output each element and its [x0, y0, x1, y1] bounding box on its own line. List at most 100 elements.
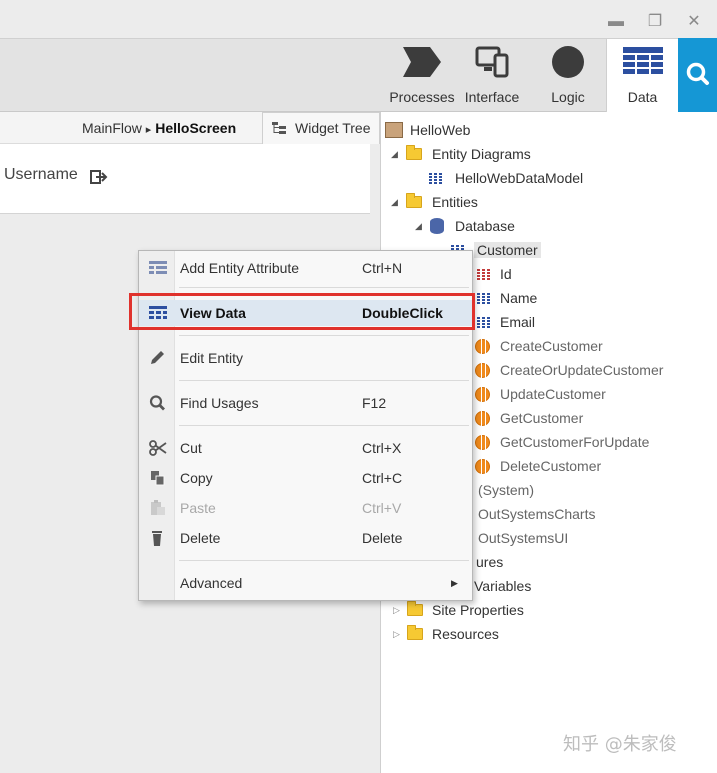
collapse-arrow-icon[interactable]: ◢ — [391, 143, 398, 165]
tree-node-system[interactable]: (System) — [478, 479, 534, 501]
menu-item-delete[interactable]: Delete Delete — [139, 525, 472, 551]
menu-item-cut[interactable]: Cut Ctrl+X — [139, 435, 472, 461]
tree-node-action[interactable]: DeleteCustomer — [475, 455, 601, 477]
collapse-arrow-icon[interactable]: ◢ — [391, 191, 398, 213]
tree-node-site-properties[interactable]: ▷ Site Properties — [393, 599, 524, 621]
menu-item-shortcut: F12 — [362, 395, 387, 411]
menu-item-edit-entity[interactable]: Edit Entity — [139, 345, 472, 371]
tree-node-ui[interactable]: OutSystemsUI — [478, 527, 568, 549]
tree-node-resources[interactable]: ▷ Resources — [393, 623, 499, 645]
menu-item-shortcut: Ctrl+V — [362, 500, 402, 516]
tree-node-action[interactable]: GetCustomer — [475, 407, 583, 429]
menu-item-shortcut: Ctrl+C — [362, 470, 403, 486]
tree-node-database[interactable]: ◢ Database — [415, 215, 515, 237]
tree-node-attribute[interactable]: Name — [477, 287, 537, 309]
tree-node-action[interactable]: CreateCustomer — [475, 335, 603, 357]
pencil-icon — [151, 351, 164, 364]
menu-separator — [179, 425, 469, 426]
menu-item-advanced[interactable]: Advanced ▶ — [139, 570, 472, 596]
menu-item-paste[interactable]: Paste Ctrl+V — [139, 495, 472, 521]
tab-interface[interactable]: Interface — [458, 39, 526, 112]
menu-item-label: Cut — [180, 440, 202, 456]
tree-node-action[interactable]: GetCustomerForUpdate — [475, 431, 649, 453]
tree-node-attribute[interactable]: Id — [477, 263, 512, 285]
expand-arrow-icon[interactable]: ▷ — [393, 599, 400, 621]
menu-item-label: Edit Entity — [180, 350, 244, 366]
search-icon — [686, 62, 709, 85]
tree-node-structures[interactable]: ures — [476, 551, 503, 573]
scissors-icon — [149, 440, 167, 456]
tree-node-label: OutSystemsUI — [478, 530, 569, 546]
entity-action-icon — [475, 363, 490, 378]
tree-node-entity-diagrams[interactable]: ◢ Entity Diagrams — [391, 143, 531, 165]
tab-data[interactable]: Data — [606, 39, 678, 112]
copy-icon — [151, 471, 165, 486]
close-button[interactable]: ✕ — [684, 12, 704, 32]
menu-item-label: Delete — [180, 530, 221, 546]
menu-item-shortcut: Ctrl+N — [362, 260, 403, 276]
folder-icon — [407, 601, 423, 616]
database-icon — [430, 218, 444, 234]
tree-node-action[interactable]: CreateOrUpdateCustomer — [475, 359, 663, 381]
collapse-arrow-icon[interactable]: ◢ — [415, 215, 422, 237]
tree-node-charts[interactable]: OutSystemsCharts — [478, 503, 595, 525]
menu-item-copy[interactable]: Copy Ctrl+C — [139, 465, 472, 491]
tree-node-action[interactable]: UpdateCustomer — [475, 383, 606, 405]
tab-data-label: Data — [627, 89, 658, 105]
tree-node-label: GetCustomer — [500, 410, 584, 426]
expand-arrow-icon[interactable]: ▷ — [393, 623, 400, 645]
tree-node-label: ures — [476, 554, 504, 570]
restore-button[interactable]: ❐ — [645, 12, 665, 32]
menu-item-label: Paste — [180, 500, 216, 516]
menu-item-label: Add Entity Attribute — [180, 260, 300, 276]
search-button[interactable] — [678, 38, 717, 112]
watermark: 知乎 @朱家俊 — [563, 734, 677, 755]
screen-form[interactable]: Username — [0, 144, 370, 214]
tree-node-root[interactable]: HelloWeb — [385, 119, 470, 141]
tab-processes[interactable]: Processes — [380, 39, 464, 112]
breadcrumb-flow[interactable]: MainFlow — [82, 120, 142, 136]
data-grid-icon — [622, 47, 663, 74]
minimize-button[interactable]: ▬ — [606, 12, 626, 32]
login-arrow-icon — [90, 170, 108, 184]
tab-logic-label: Logic — [551, 89, 585, 105]
menu-item-find-usages[interactable]: Find Usages F12 — [139, 390, 472, 416]
attribute-icon — [477, 316, 491, 328]
username-label[interactable]: Username — [4, 166, 78, 184]
logic-circle-icon — [552, 46, 584, 78]
trash-icon — [152, 531, 162, 546]
tree-node-label: Database — [455, 218, 515, 234]
breadcrumb: MainFlow ▸ HelloScreen — [0, 112, 262, 144]
tab-processes-label: Processes — [389, 89, 455, 105]
breadcrumb-screen[interactable]: HelloScreen — [155, 120, 236, 136]
entity-action-icon — [475, 387, 490, 402]
main-toolbar: Processes Interface Logic Data — [0, 38, 717, 112]
menu-separator — [179, 560, 469, 561]
menu-separator — [179, 335, 469, 336]
devices-icon — [475, 46, 509, 78]
folder-icon — [407, 625, 423, 640]
tree-node-label: GetCustomerForUpdate — [500, 434, 650, 450]
menu-item-add-entity-attribute[interactable]: Add Entity Attribute Ctrl+N — [139, 255, 472, 281]
tree-node-attribute[interactable]: Email — [477, 311, 535, 333]
tree-node-data-model[interactable]: HelloWebDataModel — [429, 167, 583, 189]
tree-node-variables[interactable]: Variables — [474, 575, 531, 597]
tree-node-label: OutSystemsCharts — [478, 506, 596, 522]
tab-logic[interactable]: Logic — [533, 39, 603, 112]
widget-tree-icon — [272, 122, 286, 134]
tree-node-entities[interactable]: ◢ Entities — [391, 191, 478, 213]
app-icon — [385, 122, 403, 138]
submenu-arrow-icon: ▶ — [451, 578, 458, 588]
entity-action-icon — [475, 339, 490, 354]
menu-separator — [179, 287, 469, 288]
tree-node-label: Email — [500, 314, 536, 330]
tree-node-label: DeleteCustomer — [500, 458, 602, 474]
tree-node-label: Site Properties — [432, 602, 524, 618]
tree-node-label: Variables — [474, 578, 532, 594]
tree-node-label: Resources — [432, 626, 499, 642]
breadcrumb-separator: ▸ — [145, 124, 152, 136]
tab-widget-tree[interactable]: Widget Tree — [262, 112, 380, 144]
tree-node-label: UpdateCustomer — [500, 386, 606, 402]
menu-item-label: Copy — [180, 470, 213, 486]
highlight-box — [129, 293, 475, 330]
